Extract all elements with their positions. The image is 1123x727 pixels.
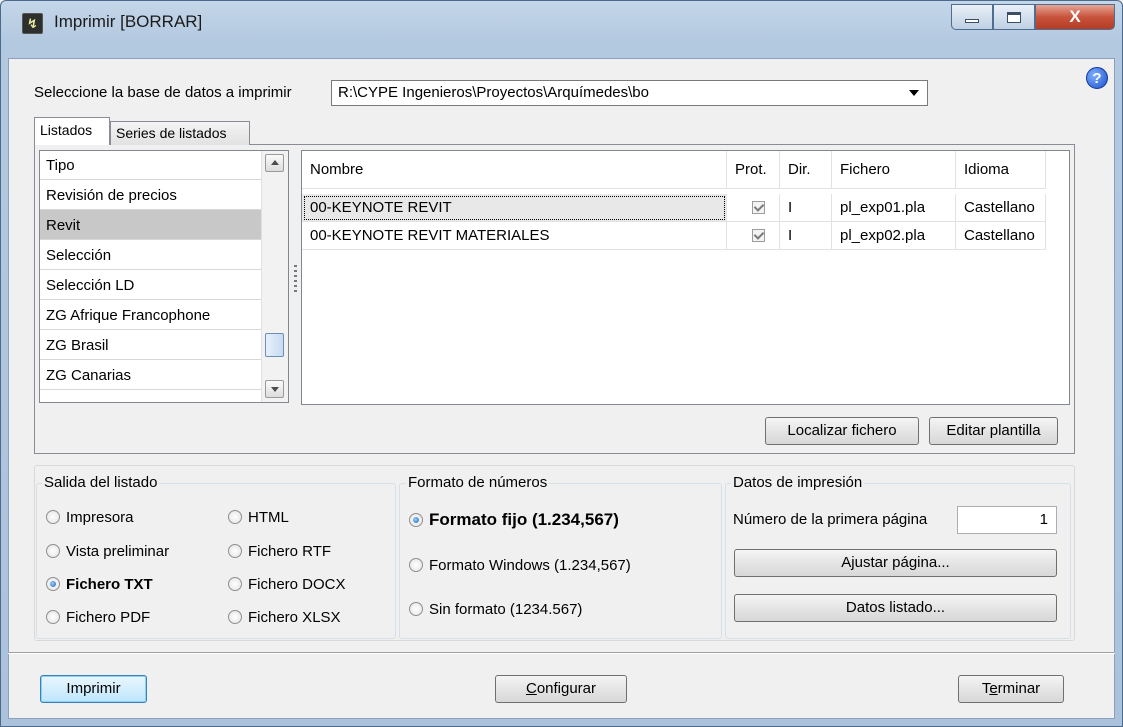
first-page-label: Número de la primera página: [733, 511, 928, 528]
radio-icon: [228, 544, 242, 558]
radio-label: Fichero PDF: [66, 609, 151, 626]
type-list-scrollbar[interactable]: [261, 151, 288, 402]
scroll-thumb[interactable]: [265, 333, 284, 357]
title-bar[interactable]: ↯ Imprimir [BORRAR] X: [0, 0, 1123, 58]
table-cell-prot[interactable]: [727, 194, 780, 222]
type-item-revision-de-precios[interactable]: Revisión de precios: [40, 180, 262, 210]
radio-icon: [409, 513, 423, 527]
table-cell-idioma[interactable]: Castellano: [956, 222, 1046, 250]
radio-label: Vista preliminar: [66, 543, 170, 560]
radio-html[interactable]: HTML: [228, 509, 289, 526]
radio-icon: [46, 610, 60, 624]
finish-label-end: rminar: [997, 680, 1041, 697]
column-header-fichero[interactable]: Fichero: [832, 151, 956, 189]
radio-label: Fichero TXT: [66, 576, 153, 593]
radio-icon: [409, 602, 423, 616]
column-header-dir[interactable]: Dir.: [780, 151, 832, 189]
database-select-value: R:\CYPE Ingenieros\Proyectos\Arquímedes\…: [338, 84, 649, 101]
list-data-button[interactable]: Datos listado...: [734, 594, 1057, 622]
type-item-zg-brasil[interactable]: ZG Brasil: [40, 330, 262, 360]
radio-impresora[interactable]: Impresora: [46, 509, 134, 526]
type-column-header[interactable]: Tipo: [40, 151, 262, 180]
radio-label: Formato Windows (1.234,567): [429, 557, 631, 574]
app-icon: ↯: [22, 13, 43, 34]
scroll-down-button[interactable]: [265, 380, 284, 398]
table-cell-idioma[interactable]: Castellano: [956, 194, 1046, 222]
radio-icon: [46, 577, 60, 591]
window-title: Imprimir [BORRAR]: [54, 12, 203, 31]
checkbox-icon[interactable]: [752, 201, 765, 214]
number-format-group-title: Formato de números: [406, 474, 550, 491]
close-button[interactable]: X: [1035, 4, 1115, 30]
locate-file-button[interactable]: Localizar fichero: [765, 417, 919, 445]
column-header-nombre[interactable]: Nombre: [302, 151, 727, 189]
type-item-seleccion[interactable]: Selección: [40, 240, 262, 270]
checkbox-icon[interactable]: [752, 229, 765, 242]
maximize-button[interactable]: [993, 4, 1035, 30]
tab-listados[interactable]: Listados: [34, 117, 110, 145]
database-select[interactable]: R:\CYPE Ingenieros\Proyectos\Arquímedes\…: [331, 80, 928, 106]
column-header-idioma[interactable]: Idioma: [956, 151, 1046, 189]
radio-icon: [228, 510, 242, 524]
radio-fichero-xlsx[interactable]: Fichero XLSX: [228, 609, 341, 626]
column-header-prot[interactable]: Prot.: [727, 151, 780, 189]
table-cell-dir[interactable]: I: [780, 194, 832, 222]
radio-label: Formato fijo (1.234,567): [429, 510, 619, 529]
radio-vista-preliminar[interactable]: Vista preliminar: [46, 543, 169, 560]
footer-separator: [8, 652, 1115, 654]
table-cell-fichero[interactable]: pl_exp02.pla: [832, 222, 956, 250]
help-icon[interactable]: ?: [1086, 67, 1108, 89]
radio-icon: [46, 510, 60, 524]
print-button[interactable]: Imprimir: [40, 675, 147, 703]
tab-series-de-listados[interactable]: Series de listados: [110, 121, 250, 145]
type-item-seleccion-ld[interactable]: Selección LD: [40, 270, 262, 300]
radio-fichero-docx[interactable]: Fichero DOCX: [228, 576, 346, 593]
table-cell-fichero[interactable]: pl_exp01.pla: [832, 194, 956, 222]
radio-icon: [228, 610, 242, 624]
type-item-zg-afrique[interactable]: ZG Afrique Francophone: [40, 300, 262, 330]
type-list[interactable]: Tipo Revisión de precios Revit Selección…: [39, 150, 289, 403]
database-label: Seleccione la base de datos a imprimir: [34, 84, 292, 101]
radio-sin-formato[interactable]: Sin formato (1234.567): [409, 601, 582, 618]
radio-icon: [46, 544, 60, 558]
table-cell-prot[interactable]: [727, 222, 780, 250]
radio-label: HTML: [248, 509, 289, 526]
output-group-title: Salida del listado: [42, 474, 160, 491]
radio-label: Fichero RTF: [248, 543, 332, 560]
minimize-icon: [965, 19, 979, 23]
adjust-page-button[interactable]: Ajustar página...: [734, 549, 1057, 577]
edit-template-button[interactable]: Editar plantilla: [929, 417, 1058, 445]
radio-label: Sin formato (1234.567): [429, 601, 583, 618]
type-item-zg-canarias[interactable]: ZG Canarias: [40, 360, 262, 390]
radio-label: Fichero DOCX: [248, 576, 346, 593]
minimize-button[interactable]: [951, 4, 993, 30]
table-cell-nombre[interactable]: 00-KEYNOTE REVIT MATERIALES: [302, 222, 727, 250]
scroll-up-button[interactable]: [265, 154, 284, 172]
print-data-group-title: Datos de impresión: [731, 474, 865, 491]
configure-label: onfigurar: [536, 680, 597, 697]
finish-button[interactable]: Terminar: [958, 675, 1064, 703]
radio-fichero-rtf[interactable]: Fichero RTF: [228, 543, 331, 560]
radio-fichero-txt[interactable]: Fichero TXT: [46, 576, 153, 593]
configure-mnemonic: C: [525, 680, 537, 697]
splitter-handle[interactable]: [294, 265, 297, 293]
configure-button[interactable]: Configurar: [495, 675, 627, 703]
maximize-icon: [1007, 12, 1021, 23]
chevron-down-icon: [909, 90, 919, 96]
table-cell-nombre[interactable]: 00-KEYNOTE REVIT: [302, 194, 727, 222]
radio-formato-windows[interactable]: Formato Windows (1.234,567): [409, 557, 631, 574]
radio-icon: [228, 577, 242, 591]
radio-fichero-pdf[interactable]: Fichero PDF: [46, 609, 150, 626]
finish-mnemonic: e: [989, 680, 998, 697]
radio-icon: [409, 558, 423, 572]
chevron-down-icon: [271, 387, 279, 392]
type-item-revit[interactable]: Revit: [40, 210, 262, 240]
first-page-input[interactable]: 1: [957, 506, 1057, 534]
table-cell-dir[interactable]: I: [780, 222, 832, 250]
radio-label: Impresora: [66, 509, 134, 526]
radio-formato-fijo[interactable]: Formato fijo (1.234,567): [409, 510, 619, 530]
radio-label: Fichero XLSX: [248, 609, 341, 626]
templates-table[interactable]: Nombre Prot. Dir. Fichero Idioma 00-KEYN…: [301, 150, 1070, 405]
chevron-up-icon: [271, 160, 279, 165]
